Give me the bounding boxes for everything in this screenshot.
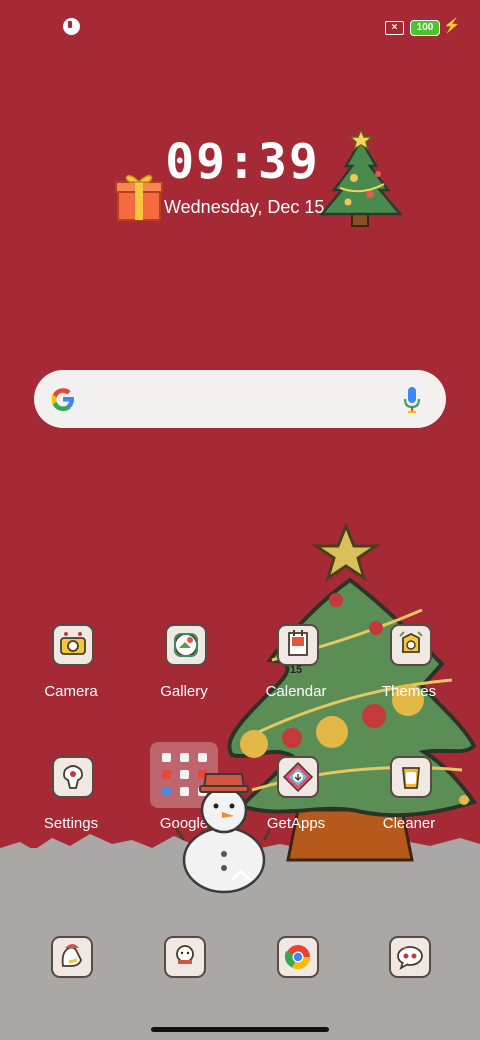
small-tree-icon	[319, 130, 403, 227]
microphone-icon[interactable]	[402, 385, 422, 415]
app-calendar[interactable]: 15 Calendar	[246, 624, 346, 714]
clock-date[interactable]: Wednesday, Dec 15	[164, 196, 324, 218]
app-gallery[interactable]: Gallery	[134, 624, 234, 714]
app-themes[interactable]: Themes	[359, 624, 459, 714]
getapps-icon	[277, 756, 319, 798]
app-label: Gallery	[160, 683, 208, 700]
status-bar: × 100 ⚡	[0, 0, 480, 52]
app-label: Calendar	[265, 683, 327, 700]
chrome-icon[interactable]	[277, 936, 319, 978]
app-label: Themes	[381, 683, 437, 700]
app-camera[interactable]: Camera	[21, 624, 121, 714]
sim-off-icon: ×	[385, 21, 404, 35]
gallery-icon	[165, 624, 207, 666]
app-label: Cleaner	[382, 815, 436, 832]
app-settings[interactable]: Settings	[21, 756, 121, 846]
google-g-icon	[51, 388, 74, 411]
app-notification-icon	[63, 18, 80, 35]
app-label: Camera	[44, 683, 98, 700]
snowman-app-icon[interactable]	[164, 936, 206, 978]
gesture-navigation-bar[interactable]	[151, 1027, 329, 1032]
messaging-icon[interactable]	[51, 936, 93, 978]
calendar-date-badge: 15	[289, 664, 303, 676]
gift-icon	[115, 174, 163, 221]
app-cleaner[interactable]: Cleaner	[359, 756, 459, 846]
charging-bolt-icon: ⚡	[443, 17, 461, 33]
battery-icon: 100	[410, 20, 440, 36]
settings-icon	[52, 756, 94, 798]
calendar-icon	[277, 624, 319, 666]
app-drawer-up-icon[interactable]	[228, 866, 254, 884]
snowman-wallpaper	[176, 773, 270, 894]
google-search-bar[interactable]	[34, 370, 446, 428]
themes-icon	[390, 624, 432, 666]
chat-bubble-icon[interactable]	[389, 936, 431, 978]
camera-icon	[52, 624, 94, 666]
cleaner-icon	[390, 756, 432, 798]
app-label: Settings	[43, 815, 99, 832]
clock-time[interactable]: 09:39	[160, 134, 325, 190]
